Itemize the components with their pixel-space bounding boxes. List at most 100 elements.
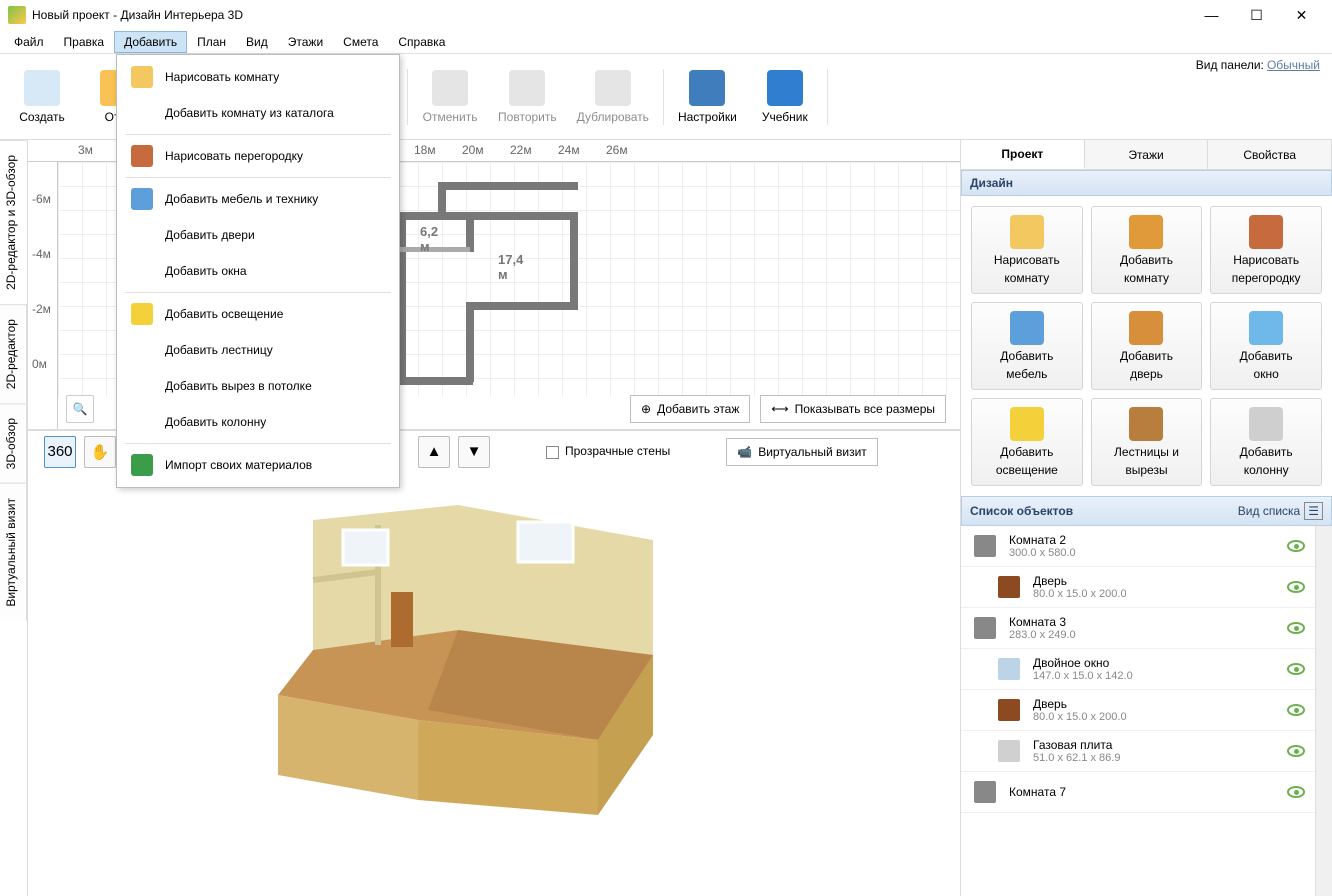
design-column-icon[interactable]: Добавитьколонну	[1210, 398, 1322, 486]
design-brick-icon[interactable]: Нарисоватьперегородку	[1210, 206, 1322, 294]
import-icon	[131, 454, 153, 476]
design-draw-room-icon[interactable]: Нарисоватькомнату	[971, 206, 1083, 294]
menu-правка[interactable]: Правка	[54, 31, 115, 53]
visibility-toggle[interactable]	[1287, 622, 1305, 634]
window-title: Новый проект - Дизайн Интерьера 3D	[32, 8, 1189, 22]
right-tabs: ПроектЭтажиСвойства	[961, 140, 1332, 170]
right-panel: ПроектЭтажиСвойства Дизайн Нарисоватьком…	[960, 140, 1332, 896]
design-light-icon[interactable]: Добавитьосвещение	[971, 398, 1083, 486]
side-tab-1[interactable]: 2D-редактор	[0, 304, 27, 403]
menu-item[interactable]: Добавить вырез в потолке	[117, 368, 399, 404]
blank-icon	[131, 375, 153, 397]
object-row[interactable]: Газовая плита51.0 x 62.1 x 86.9	[961, 731, 1315, 772]
menu-справка[interactable]: Справка	[388, 31, 455, 53]
visibility-toggle[interactable]	[1287, 540, 1305, 552]
toolbar-new-file-icon[interactable]: Создать	[8, 66, 76, 128]
right-tab-Этажи[interactable]: Этажи	[1085, 140, 1209, 169]
room-icon	[971, 614, 999, 642]
window-icon	[1249, 311, 1283, 345]
object-row[interactable]: Дверь80.0 x 15.0 x 200.0	[961, 567, 1315, 608]
gear-icon	[689, 70, 725, 106]
zoom-tool[interactable]: 🔍	[66, 395, 94, 423]
blank-icon	[131, 224, 153, 246]
design-add-room-icon[interactable]: Добавитькомнату	[1091, 206, 1203, 294]
panel-mode: Вид панели: Обычный	[1196, 58, 1320, 72]
menu-item[interactable]: Добавить мебель и технику	[117, 181, 399, 217]
undo-icon	[432, 70, 468, 106]
camera-icon: 📹	[737, 445, 752, 459]
draw-room-icon	[131, 66, 153, 88]
door-obj-icon	[995, 573, 1023, 601]
list-view-icon[interactable]: ☰	[1304, 502, 1323, 520]
object-row[interactable]: Дверь80.0 x 15.0 x 200.0	[961, 690, 1315, 731]
toolbar-gear-icon[interactable]: Настройки	[672, 66, 743, 128]
room-icon	[971, 778, 999, 806]
brick-icon	[1249, 215, 1283, 249]
blank-icon	[131, 260, 153, 282]
3d-model[interactable]	[258, 480, 678, 820]
tool-360[interactable]: 360	[44, 436, 76, 468]
design-chair-icon[interactable]: Добавитьмебель	[971, 302, 1083, 390]
side-tab-0[interactable]: 2D-редактор и 3D-обзор	[0, 140, 27, 304]
menu-этажи[interactable]: Этажи	[278, 31, 333, 53]
virtual-visit-button[interactable]: 📹Виртуальный визит	[726, 438, 878, 466]
tool-pan[interactable]: ✋	[84, 436, 116, 468]
toolbar-help-icon[interactable]: Учебник	[751, 66, 819, 128]
toolbar-duplicate-icon: Дублировать	[571, 66, 655, 128]
room-label-2: 17,4 м	[498, 252, 523, 282]
design-window-icon[interactable]: Добавитьокно	[1210, 302, 1322, 390]
tool-view-down[interactable]: ▼	[458, 436, 490, 468]
menu-item[interactable]: Добавить колонну	[117, 404, 399, 440]
view-list-link[interactable]: Вид списка	[1238, 504, 1300, 518]
visibility-toggle[interactable]	[1287, 786, 1305, 798]
maximize-button[interactable]: ☐	[1234, 0, 1279, 30]
object-row[interactable]: Комната 7	[961, 772, 1315, 813]
tool-view-up[interactable]: ▲	[418, 436, 450, 468]
redo-icon	[509, 70, 545, 106]
menu-файл[interactable]: Файл	[4, 31, 54, 53]
stairs-icon	[1129, 407, 1163, 441]
object-row[interactable]: Двойное окно147.0 x 15.0 x 142.0	[961, 649, 1315, 690]
ruler-vertical: -6м-4м-2м0м	[28, 162, 58, 429]
menu-смета[interactable]: Смета	[333, 31, 388, 53]
3d-view[interactable]: 360 ✋ 🔍- 🔍+ ↶ ↷ ⟲ ⟳ ▲ ▼ Прозрачные стены…	[28, 430, 960, 896]
toolbar-redo-icon: Повторить	[492, 66, 563, 128]
menu-вид[interactable]: Вид	[236, 31, 278, 53]
objects-header: Список объектов Вид списка☰	[961, 496, 1332, 526]
right-tab-Свойства[interactable]: Свойства	[1208, 140, 1332, 169]
add-floor-button[interactable]: ⊕Добавить этаж	[630, 395, 750, 423]
design-buttons-grid: НарисоватькомнатуДобавитькомнатуНарисова…	[961, 196, 1332, 496]
transparent-walls-checkbox[interactable]: Прозрачные стены	[546, 444, 670, 458]
menu-item[interactable]: Нарисовать перегородку	[117, 138, 399, 174]
visibility-toggle[interactable]	[1287, 704, 1305, 716]
titlebar: Новый проект - Дизайн Интерьера 3D — ☐ ✕	[0, 0, 1332, 30]
menu-item[interactable]: Добавить комнату из каталога	[117, 95, 399, 131]
minimize-button[interactable]: —	[1189, 0, 1234, 30]
show-dimensions-button[interactable]: ⟷Показывать все размеры	[760, 395, 946, 423]
blank-icon	[131, 102, 153, 124]
side-tab-2[interactable]: 3D-обзор	[0, 403, 27, 483]
menu-добавить[interactable]: Добавить	[114, 31, 187, 53]
design-door-icon[interactable]: Добавитьдверь	[1091, 302, 1203, 390]
visibility-toggle[interactable]	[1287, 745, 1305, 757]
menu-item[interactable]: Нарисовать комнату	[117, 59, 399, 95]
objects-list[interactable]: Комната 2300.0 x 580.0Дверь80.0 x 15.0 x…	[961, 526, 1315, 896]
menu-item[interactable]: Добавить лестницу	[117, 332, 399, 368]
visibility-toggle[interactable]	[1287, 581, 1305, 593]
object-row[interactable]: Комната 3283.0 x 249.0	[961, 608, 1315, 649]
visibility-toggle[interactable]	[1287, 663, 1305, 675]
right-tab-Проект[interactable]: Проект	[961, 140, 1085, 169]
menu-item[interactable]: Добавить освещение	[117, 296, 399, 332]
side-tab-3[interactable]: Виртуальный визит	[0, 483, 27, 621]
menu-item[interactable]: Добавить окна	[117, 253, 399, 289]
object-row[interactable]: Комната 2300.0 x 580.0	[961, 526, 1315, 567]
panel-mode-link[interactable]: Обычный	[1267, 58, 1320, 72]
menu-план[interactable]: План	[187, 31, 236, 53]
design-stairs-icon[interactable]: Лестницы ивырезы	[1091, 398, 1203, 486]
menu-item[interactable]: Добавить двери	[117, 217, 399, 253]
close-button[interactable]: ✕	[1279, 0, 1324, 30]
side-tabs: 2D-редактор и 3D-обзор2D-редактор3D-обзо…	[0, 140, 28, 896]
door-icon	[1129, 311, 1163, 345]
menu-item[interactable]: Импорт своих материалов	[117, 447, 399, 483]
scrollbar[interactable]	[1315, 526, 1332, 896]
